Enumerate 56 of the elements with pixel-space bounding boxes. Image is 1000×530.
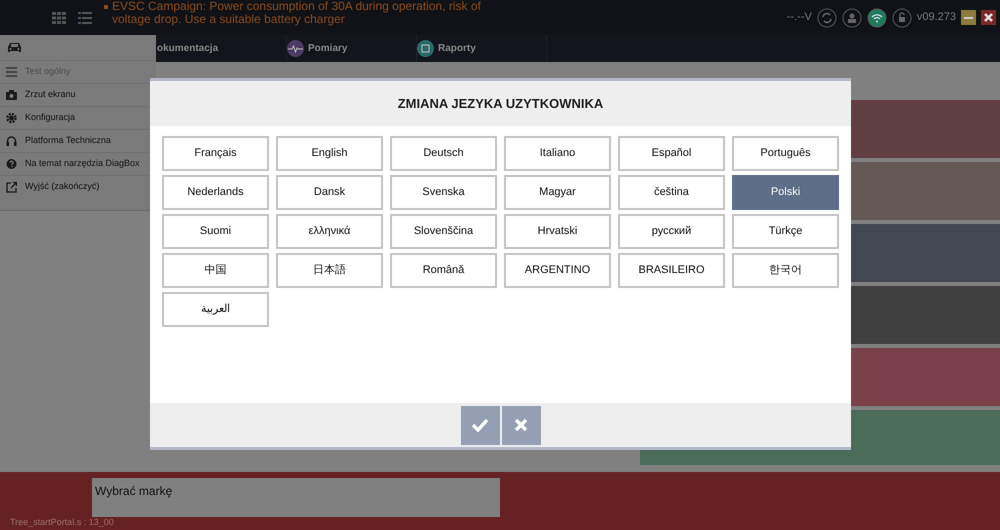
language-button[interactable]: ARGENTINO	[504, 253, 611, 288]
language-button[interactable]: Português	[732, 136, 839, 171]
language-button[interactable]: 한국어	[732, 253, 839, 288]
warning-text: EVSC Campaign: Power consumption of 30A during operation, risk of	[112, 0, 481, 13]
nav-tab[interactable]: Pomiary	[287, 35, 417, 62]
dialog-title: ZMIANA JEZYKA UZYTKOWNIKA	[398, 94, 604, 113]
language-button[interactable]: Slovenščina	[390, 214, 497, 249]
report-icon	[417, 40, 434, 57]
checkmark-icon	[471, 418, 489, 432]
user-icon[interactable]	[842, 8, 862, 28]
cancel-button[interactable]	[502, 406, 540, 444]
nav-tab[interactable]: Raporty	[417, 35, 547, 62]
warning-text: voltage drop. Use a suitable battery charger	[112, 13, 345, 26]
status-text: Tree_startPortal.s : 13_00	[10, 516, 114, 529]
language-button[interactable]: العربية	[162, 292, 269, 327]
language-button[interactable]: Dansk	[276, 175, 383, 210]
language-button[interactable]: Türkçe	[732, 214, 839, 249]
language-button[interactable]: Español	[618, 136, 725, 171]
language-button[interactable]: čeština	[618, 175, 725, 210]
help-icon	[6, 158, 17, 170]
close-icon[interactable]	[981, 10, 996, 25]
list-icon	[6, 66, 17, 78]
waveform-icon	[287, 40, 304, 57]
wifi-icon[interactable]	[866, 8, 887, 28]
list-icon[interactable]	[78, 12, 92, 24]
language-button[interactable]: 中国	[162, 253, 269, 288]
car-icon[interactable]	[7, 42, 22, 53]
language-button[interactable]: Italiano	[504, 136, 611, 171]
brand-field[interactable]: Wybrać markę	[92, 478, 500, 517]
padlock-icon[interactable]	[892, 8, 912, 28]
language-button[interactable]: Polski	[732, 175, 839, 210]
language-button[interactable]: 日本語	[276, 253, 383, 288]
language-button[interactable]: Magyar	[504, 175, 611, 210]
language-button[interactable]: BRASILEIRO	[618, 253, 725, 288]
language-button[interactable]: ελληνικά	[276, 214, 383, 249]
language-button[interactable]: Nederlands	[162, 175, 269, 210]
refresh-icon[interactable]	[816, 8, 837, 28]
language-button[interactable]: Français	[162, 136, 269, 171]
gear-icon	[6, 112, 17, 124]
language-button[interactable]: Hrvatski	[504, 214, 611, 249]
language-button[interactable]: Deutsch	[390, 136, 497, 171]
close-icon	[514, 418, 528, 432]
language-button[interactable]: Suomi	[162, 214, 269, 249]
camera-icon	[6, 89, 17, 101]
headset-icon	[6, 135, 17, 147]
grid-icon[interactable]	[52, 12, 66, 24]
minimize-button[interactable]	[961, 10, 976, 25]
version-label: v09.273	[916, 10, 956, 26]
language-button[interactable]: English	[276, 136, 383, 171]
language-button[interactable]: Română	[390, 253, 497, 288]
voltage-reading: --.--V	[786, 10, 812, 26]
confirm-button[interactable]	[460, 406, 500, 444]
language-button[interactable]: Svenska	[390, 175, 497, 210]
language-button[interactable]: русский	[618, 214, 725, 249]
external-link-icon	[6, 181, 17, 193]
bullet-icon	[104, 4, 108, 8]
